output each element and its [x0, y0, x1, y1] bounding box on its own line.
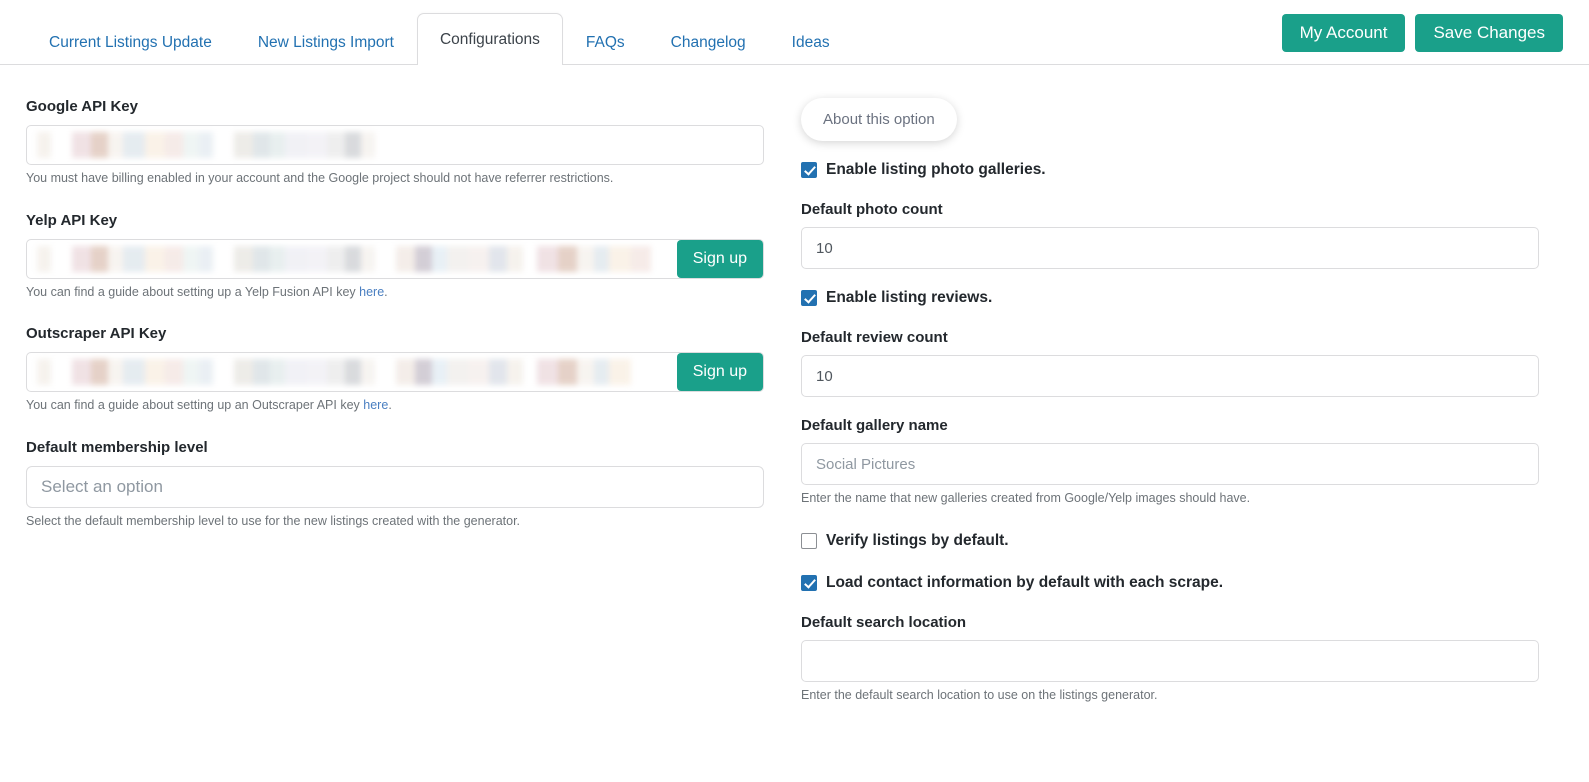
default-photo-count-input[interactable]: 10: [801, 227, 1539, 269]
default-photo-count-group: Default photo count 10: [801, 201, 1539, 269]
tab-current-listings-update[interactable]: Current Listings Update: [26, 19, 235, 65]
yelp-api-key-input[interactable]: [26, 238, 764, 279]
default-membership-level-select[interactable]: Select an option: [26, 465, 764, 508]
load-contact-info-checkbox[interactable]: [801, 574, 817, 591]
enable-photo-galleries-checkbox[interactable]: [801, 162, 817, 178]
google-api-key-field-wrap: [26, 125, 764, 165]
default-photo-count-label: Default photo count: [801, 201, 943, 218]
tab-changelog[interactable]: Changelog: [648, 19, 769, 65]
enable-photo-galleries-label: Enable listing photo galleries.: [826, 161, 1046, 178]
outscraper-help-suffix: .: [388, 398, 392, 412]
top-bar-actions: My Account Save Changes: [1281, 14, 1563, 52]
enable-reviews-checkbox[interactable]: [801, 290, 817, 306]
tab-label: New Listings Import: [257, 34, 394, 51]
verify-listings-label: Verify listings by default.: [826, 531, 1009, 549]
tab-list: Current Listings Update New Listings Imp…: [26, 0, 853, 65]
redacted-google-key-overlay: [37, 132, 396, 158]
google-api-key-help: You must have billing enabled in your ac…: [26, 171, 614, 185]
default-gallery-name-label: Default gallery name: [801, 417, 948, 434]
outscraper-api-key-help: You can find a guide about setting up an…: [26, 397, 764, 415]
tab-new-listings-import[interactable]: New Listings Import: [235, 19, 417, 65]
tab-configurations[interactable]: Configurations: [416, 13, 563, 65]
default-membership-level-help: Select the default membership level to u…: [26, 513, 521, 528]
outscraper-help-prefix: You can find a guide about setting up an…: [26, 398, 364, 412]
yelp-api-key-field-wrap: Sign up: [26, 238, 764, 279]
outscraper-api-key-field-wrap: Sign up: [26, 352, 764, 392]
default-review-count-value: 10: [816, 367, 833, 385]
yelp-help-prefix: You can find a guide about setting up a …: [26, 284, 360, 299]
save-changes-button[interactable]: Save Changes: [1415, 14, 1563, 52]
tab-label: Ideas: [791, 34, 830, 51]
default-search-location-input[interactable]: [801, 639, 1539, 682]
default-search-location-group: Default search location Enter the defaul…: [801, 614, 1539, 705]
my-account-button[interactable]: My Account: [1281, 14, 1406, 52]
top-navigation-bar: Current Listings Update New Listings Imp…: [0, 0, 1589, 65]
verify-listings-row[interactable]: Verify listings by default.: [801, 532, 1539, 550]
google-api-key-label: Google API Key: [26, 98, 138, 115]
yelp-help-suffix: .: [384, 284, 388, 299]
right-settings-column: About this option Enable listing photo g…: [790, 65, 1589, 724]
left-settings-column: Google API Key You must have billing ena…: [0, 65, 790, 724]
outscraper-sign-up-button[interactable]: Sign up: [676, 353, 763, 391]
google-api-key-input[interactable]: [26, 125, 764, 165]
tab-label: Configurations: [439, 31, 540, 48]
redacted-outscraper-key-overlay: [37, 359, 631, 385]
enable-reviews-row[interactable]: Enable listing reviews.: [801, 289, 1539, 307]
default-gallery-name-value: Social Pictures: [816, 455, 916, 473]
default-search-location-help: Enter the default search location to use…: [801, 687, 1158, 702]
default-gallery-name-group: Default gallery name Social Pictures Ent…: [801, 417, 1539, 508]
tab-faqs[interactable]: FAQs: [563, 19, 648, 65]
tab-label: Changelog: [670, 34, 746, 51]
yelp-sign-up-button[interactable]: Sign up: [676, 239, 763, 278]
enable-reviews-label: Enable listing reviews.: [826, 289, 993, 306]
default-membership-level-label: Default membership level: [26, 438, 208, 456]
verify-listings-checkbox[interactable]: [801, 532, 817, 549]
load-contact-info-row[interactable]: Load contact information by default with…: [801, 574, 1539, 592]
load-contact-info-label: Load contact information by default with…: [826, 573, 1224, 591]
redacted-yelp-key-overlay: [37, 245, 651, 272]
about-this-option-button[interactable]: About this option: [801, 98, 957, 141]
outscraper-help-link[interactable]: here: [363, 398, 388, 412]
outscraper-api-key-label: Outscraper API Key: [26, 325, 167, 342]
default-photo-count-value: 10: [816, 239, 833, 257]
tab-label: FAQs: [585, 34, 625, 51]
tab-label: Current Listings Update: [49, 34, 212, 51]
yelp-help-link[interactable]: here: [359, 285, 384, 299]
enable-photo-galleries-row[interactable]: Enable listing photo galleries.: [801, 161, 1539, 179]
default-gallery-name-input[interactable]: Social Pictures: [801, 443, 1539, 485]
tab-ideas[interactable]: Ideas: [769, 19, 853, 65]
default-review-count-input[interactable]: 10: [801, 355, 1539, 397]
default-search-location-label: Default search location: [801, 613, 967, 631]
settings-content: Google API Key You must have billing ena…: [0, 65, 1589, 724]
default-review-count-label: Default review count: [801, 329, 948, 346]
membership-selected-value: Select an option: [41, 476, 163, 496]
yelp-api-key-label: Yelp API Key: [26, 211, 118, 229]
outscraper-api-key-input[interactable]: [26, 352, 764, 392]
default-review-count-group: Default review count 10: [801, 329, 1539, 397]
yelp-api-key-help: You can find a guide about setting up a …: [26, 284, 764, 302]
default-gallery-name-help: Enter the name that new galleries create…: [801, 491, 1251, 505]
